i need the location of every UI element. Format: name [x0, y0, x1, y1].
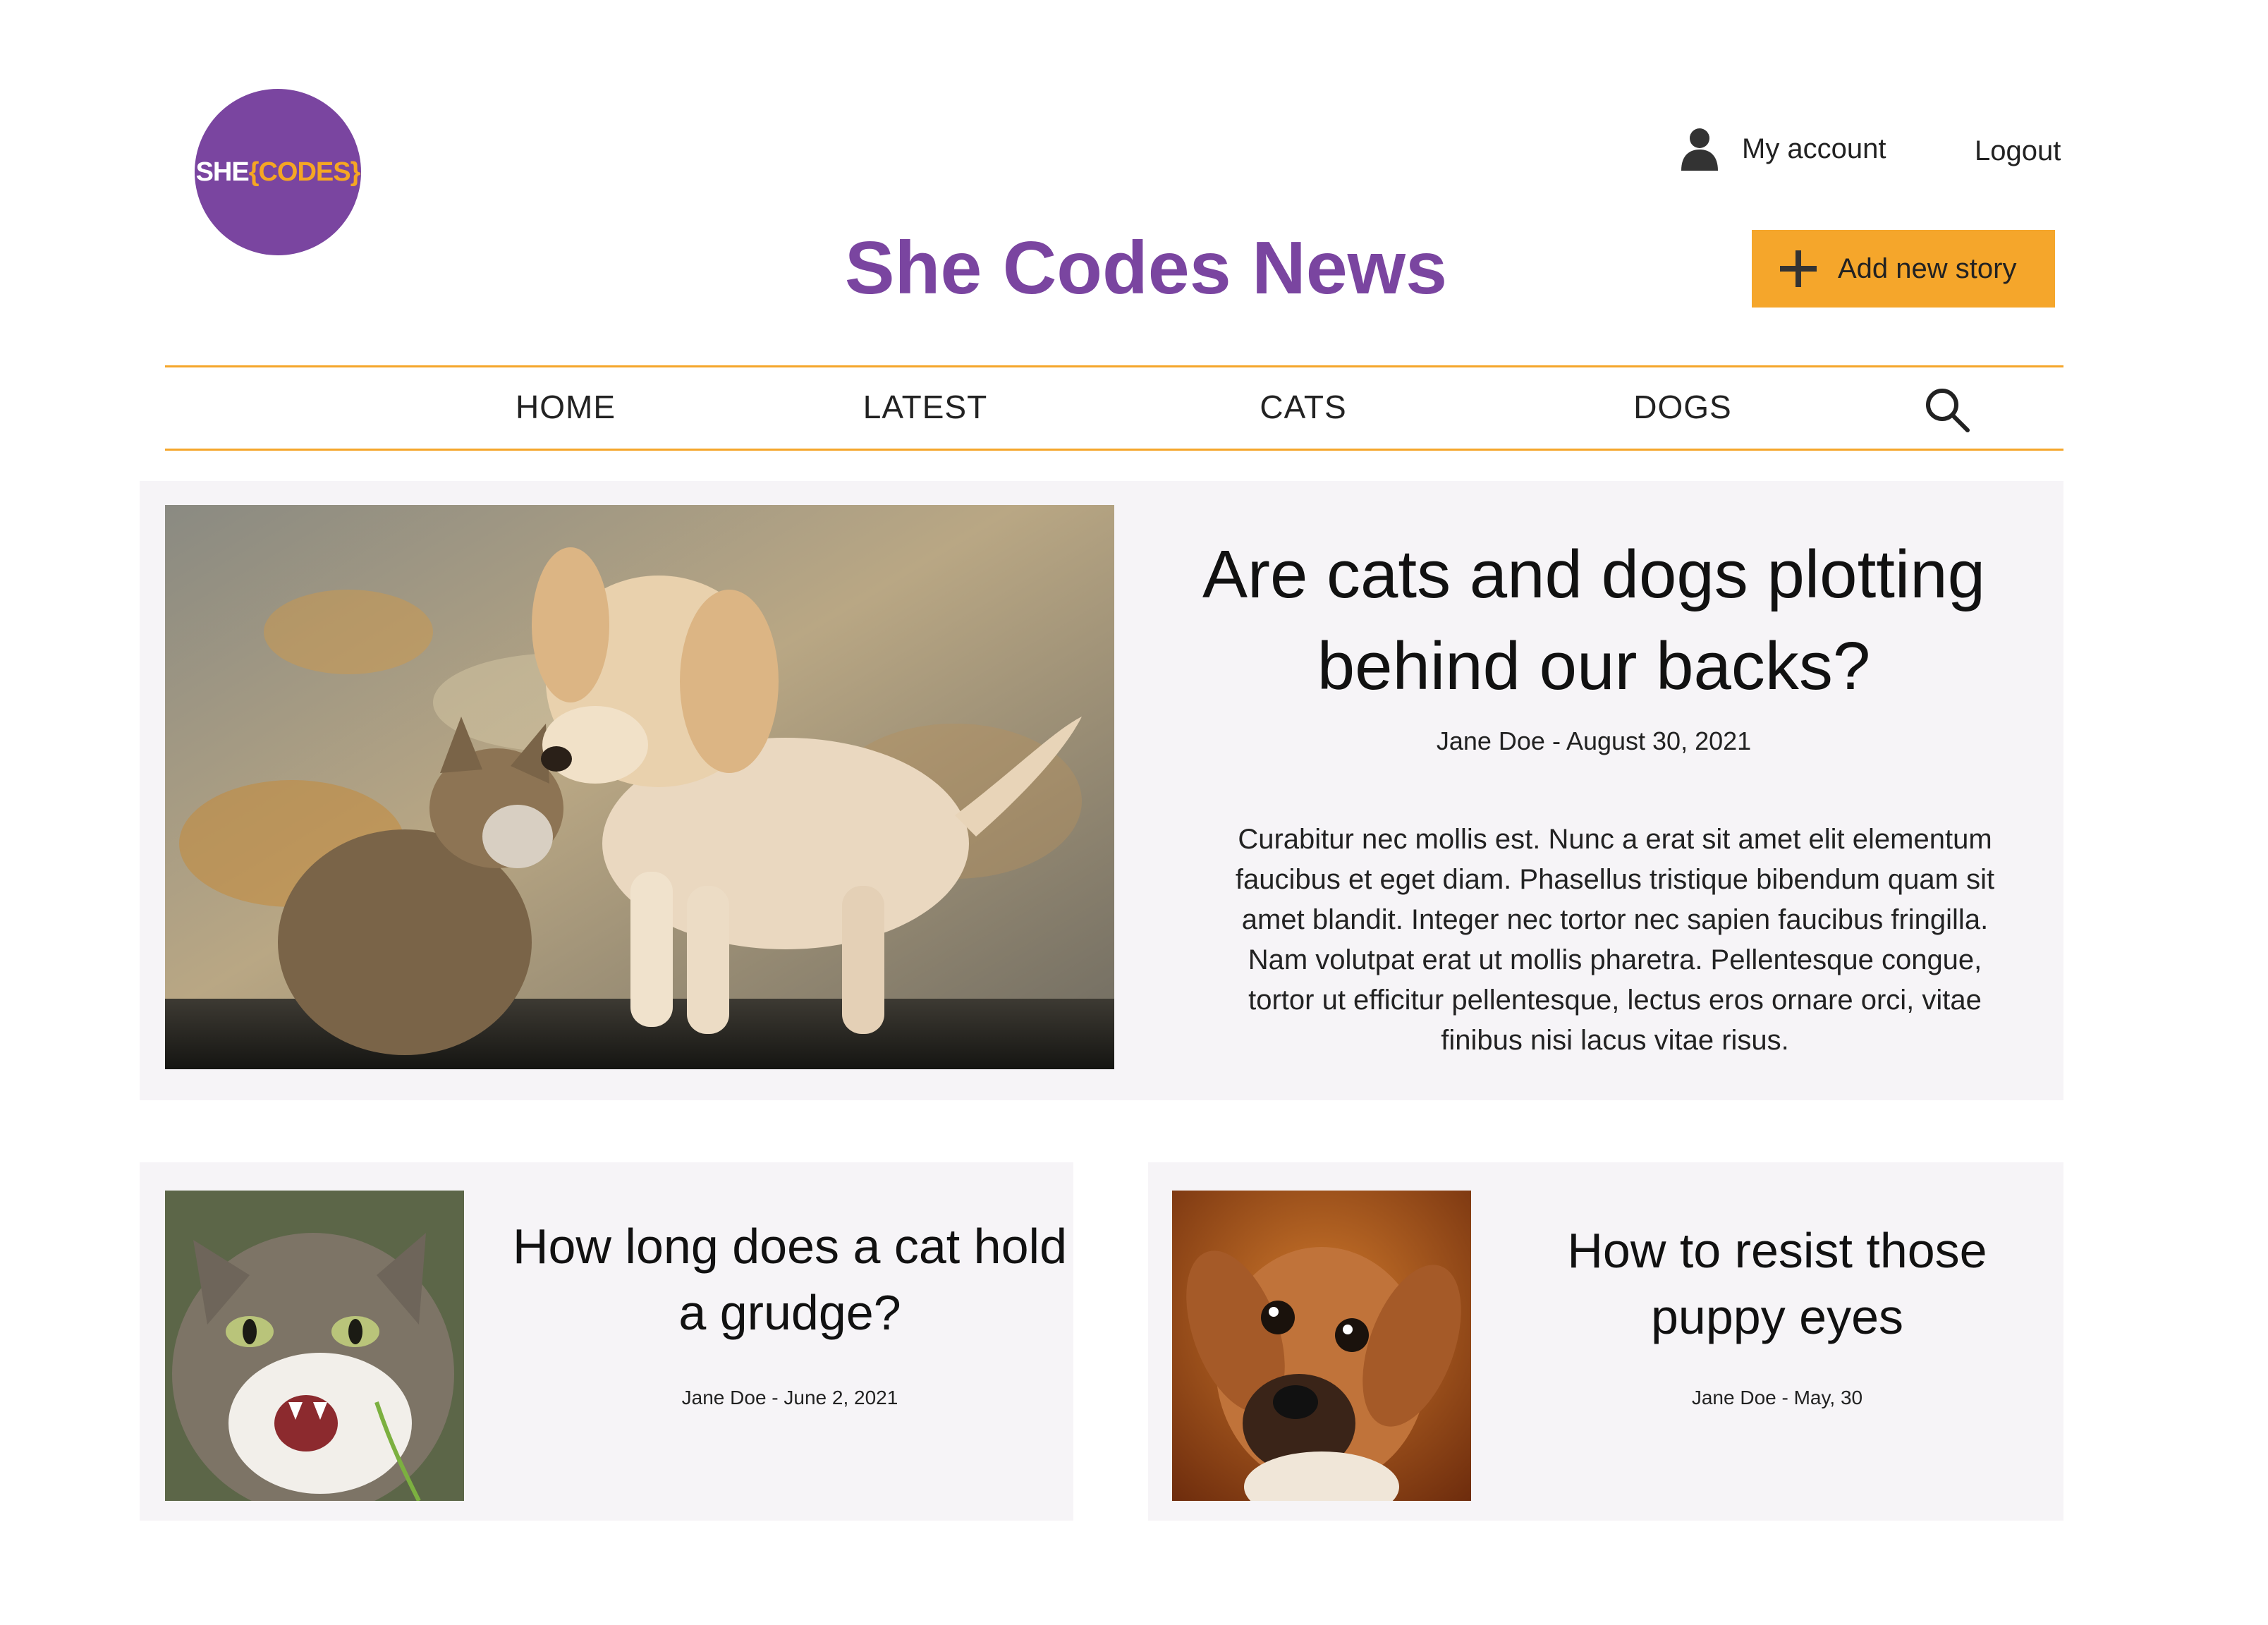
add-new-story-label: Add new story	[1838, 252, 2017, 284]
site-title: She Codes News	[844, 226, 1448, 310]
featured-story-body: Curabitur nec mollis est. Nunc a erat si…	[1235, 824, 1995, 1056]
featured-story-meta: Jane Doe - August 30, 2021	[1436, 726, 1752, 755]
story-meta: Jane Doe - June 2, 2021	[681, 1387, 898, 1408]
story-image[interactable]	[1172, 1191, 1471, 1501]
search-icon[interactable]	[1924, 387, 1970, 433]
my-account-label: My account	[1742, 133, 1886, 164]
nav-item-home[interactable]: HOME	[516, 388, 616, 426]
story-meta: Jane Doe - May, 30	[1691, 1387, 1863, 1408]
nav-item-dogs[interactable]: DOGS	[1633, 388, 1731, 426]
my-account-link[interactable]: My account	[1678, 127, 1886, 171]
featured-story-title[interactable]: Are cats and dogs plotting behind our ba…	[1164, 529, 2024, 712]
user-icon	[1681, 128, 1718, 171]
nav-item-latest[interactable]: LATEST	[863, 388, 987, 426]
puppy-eyes-photo	[1172, 1191, 1471, 1501]
nav-top-border	[165, 365, 2063, 367]
logo-wordmark: SHE{CODES}	[195, 157, 361, 187]
nav-item-cats[interactable]: CATS	[1260, 388, 1346, 426]
story-title[interactable]: How to resist those puppy eyes	[1495, 1217, 2059, 1350]
nav-bottom-border	[165, 449, 2063, 451]
hissing-cat-photo	[165, 1191, 464, 1501]
plus-icon	[1780, 250, 1817, 287]
kitten-and-puppy-photo	[165, 505, 1114, 1069]
logout-link[interactable]: Logout	[1975, 135, 2061, 167]
featured-story-image[interactable]	[165, 505, 1114, 1069]
add-new-story-button[interactable]: Add new story	[1752, 230, 2055, 308]
she-codes-logo[interactable]: SHE{CODES}	[195, 89, 361, 255]
story-title[interactable]: How long does a cat hold a grudge?	[494, 1213, 1086, 1346]
story-image[interactable]	[165, 1191, 464, 1501]
